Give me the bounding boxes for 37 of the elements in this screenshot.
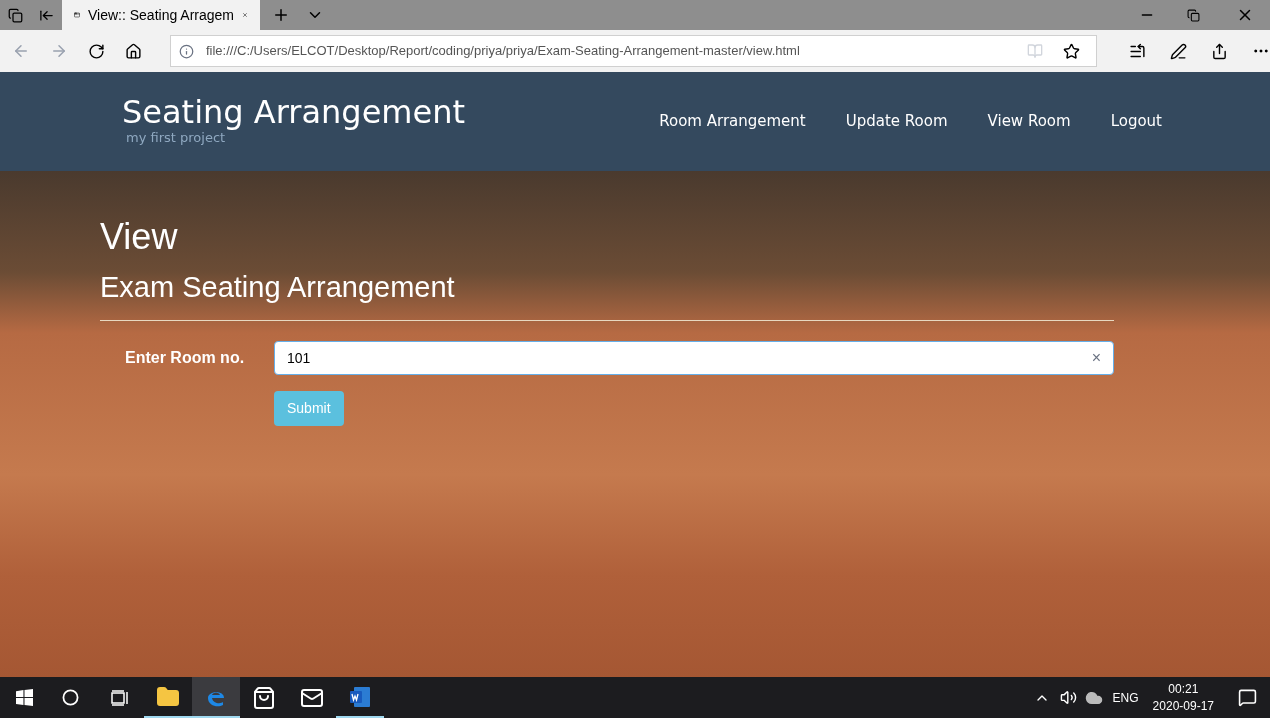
speaker-icon[interactable] (1059, 689, 1077, 706)
home-icon[interactable] (124, 42, 142, 60)
restore-icon[interactable] (1187, 8, 1200, 22)
folder-icon (156, 684, 180, 709)
page-title: View (100, 219, 179, 255)
task-view-icon[interactable] (111, 689, 129, 706)
language-indicator[interactable]: ENG (1112, 688, 1139, 707)
taskbar-app[interactable] (192, 677, 240, 718)
nav-link[interactable]: Update Room (845, 110, 948, 133)
nav-link[interactable]: Logout (1110, 110, 1162, 133)
nav-link[interactable]: Room Arrangement (659, 110, 806, 133)
site-tagline: my first project (126, 129, 226, 147)
clock[interactable]: 00:21 2020-09-17 (1152, 680, 1214, 715)
refresh-icon[interactable] (87, 42, 105, 60)
windows-logo-icon[interactable] (16, 689, 33, 706)
url-text: file:///C:/Users/ELCOT/Desktop/Report/coding/priya/priya/Exam-Seating-Arrangement-master/view.html (205, 42, 801, 61)
clock-time: 00:21 (1168, 680, 1199, 698)
shopping-bag-icon (252, 685, 276, 710)
clear-input-button[interactable]: × (1091, 346, 1101, 370)
share-icon[interactable] (1211, 42, 1228, 60)
favorites-list-icon[interactable] (1129, 42, 1147, 60)
new-tab-icon[interactable] (272, 6, 290, 24)
field-label: Enter Room no. (124, 348, 246, 368)
browser-tab[interactable]: View:: Seating Arragem (62, 0, 260, 30)
tab-title: View:: Seating Arragem (87, 5, 234, 25)
clock-date: 2020-09-17 (1152, 697, 1214, 715)
favorite-star-icon[interactable] (1063, 42, 1081, 60)
pen-icon[interactable] (1170, 42, 1188, 60)
site-brand: Seating Arrangement (122, 95, 466, 128)
room-number-field[interactable]: 101 × (274, 341, 1114, 375)
search-icon[interactable] (62, 689, 79, 706)
info-icon (178, 43, 194, 59)
document-w-icon (348, 684, 372, 709)
page-subtitle: Exam Seating Arrangement (100, 273, 456, 302)
nav-link[interactable]: View Room (987, 110, 1071, 133)
notification-icon[interactable] (1238, 688, 1257, 707)
address-bar[interactable]: file:///C:/Users/ELCOT/Desktop/Report/coding/priya/priya/Exam-Seating-Arrangement-master/view.html (169, 35, 1098, 67)
